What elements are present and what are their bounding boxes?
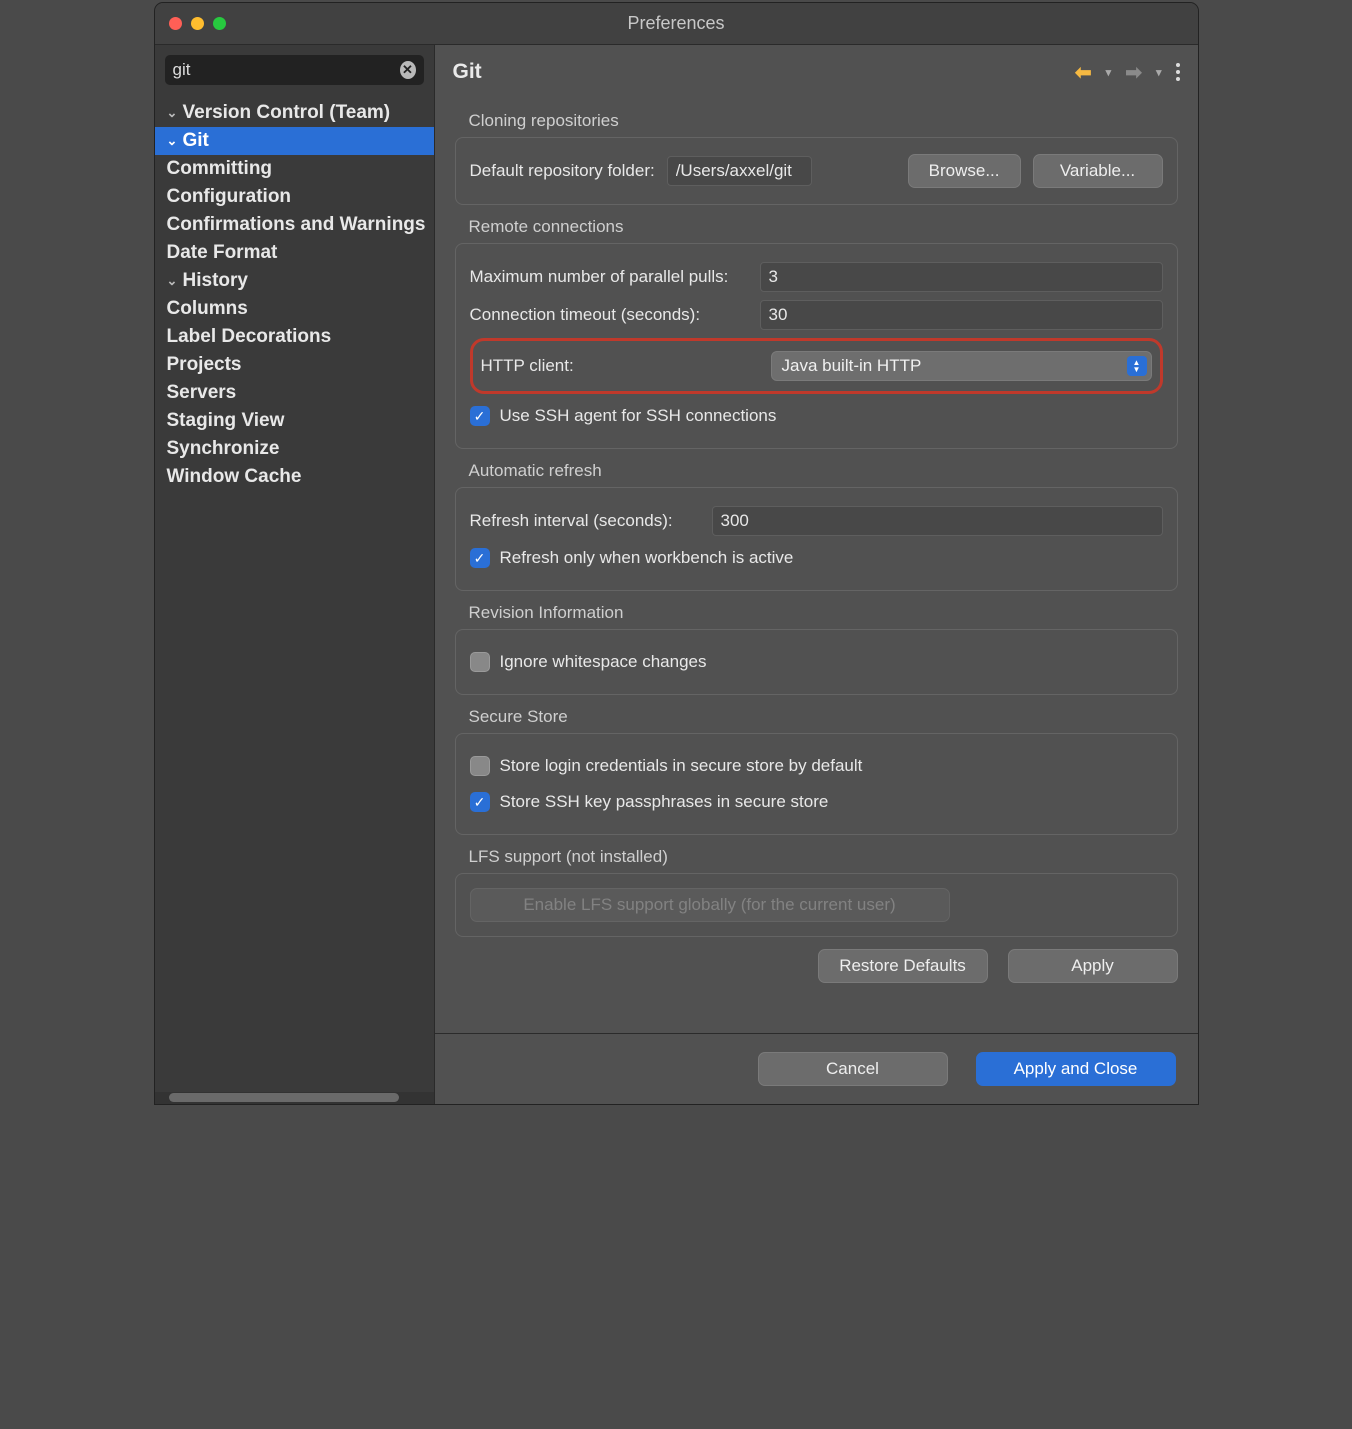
ssh-agent-label: Use SSH agent for SSH connections: [500, 406, 777, 426]
repo-folder-label: Default repository folder:: [470, 161, 655, 181]
scrollbar-thumb[interactable]: [169, 1093, 399, 1102]
main-panel: Git ⬅ ▾ ➡ ▾ Cloning repositories Default…: [435, 45, 1198, 1104]
revision-section-title: Revision Information: [469, 603, 1178, 623]
sidebar: ✕ ⌄Version Control (Team)⌄GitCommittingC…: [155, 45, 435, 1104]
refresh-active-label: Refresh only when workbench is active: [500, 548, 794, 568]
parallel-pulls-label: Maximum number of parallel pulls:: [470, 267, 748, 287]
nav-forward-menu-icon[interactable]: ▾: [1156, 66, 1162, 79]
tree-item-label: Confirmations and Warnings: [167, 214, 426, 236]
dialog-footer: Cancel Apply and Close: [435, 1033, 1198, 1104]
lfs-section: Enable LFS support globally (for the cur…: [455, 873, 1178, 937]
tree-item[interactable]: Projects: [155, 351, 434, 379]
tree-item-label: Label Decorations: [167, 326, 332, 348]
tree-item[interactable]: Columns: [155, 295, 434, 323]
remote-section-title: Remote connections: [469, 217, 1178, 237]
refresh-section-title: Automatic refresh: [469, 461, 1178, 481]
secure-section-title: Secure Store: [469, 707, 1178, 727]
clear-search-icon[interactable]: ✕: [400, 61, 416, 79]
tree-item-label: Servers: [167, 382, 237, 404]
chevron-down-icon[interactable]: ⌄: [167, 273, 183, 289]
titlebar: Preferences: [155, 3, 1198, 45]
tree-item[interactable]: ⌄Git: [155, 127, 434, 155]
store-login-checkbox[interactable]: [470, 756, 490, 776]
cloning-section-title: Cloning repositories: [469, 111, 1178, 131]
store-ssh-checkbox[interactable]: ✓: [470, 792, 490, 812]
http-client-value: Java built-in HTTP: [782, 356, 922, 376]
store-login-label: Store login credentials in secure store …: [500, 756, 863, 776]
timeout-label: Connection timeout (seconds):: [470, 305, 748, 325]
chevron-down-icon[interactable]: ⌄: [167, 105, 183, 121]
restore-defaults-button[interactable]: Restore Defaults: [818, 949, 988, 983]
nav-forward-icon[interactable]: ➡: [1125, 60, 1142, 85]
ignore-whitespace-checkbox[interactable]: [470, 652, 490, 672]
parallel-pulls-input[interactable]: [760, 262, 1163, 292]
cloning-section: Default repository folder: Browse... Var…: [455, 137, 1178, 205]
enable-lfs-button: Enable LFS support globally (for the cur…: [470, 888, 950, 922]
tree-item[interactable]: ⌄Version Control (Team): [155, 99, 434, 127]
highlighted-region: HTTP client: Java built-in HTTP ▲▼: [470, 338, 1163, 394]
refresh-active-checkbox[interactable]: ✓: [470, 548, 490, 568]
http-client-label: HTTP client:: [481, 356, 759, 376]
tree-item-label: Date Format: [167, 242, 278, 264]
ignore-whitespace-label: Ignore whitespace changes: [500, 652, 707, 672]
tree-item[interactable]: Confirmations and Warnings: [155, 211, 434, 239]
remote-section: Maximum number of parallel pulls: Connec…: [455, 243, 1178, 449]
tree-item-label: Committing: [167, 158, 273, 180]
search-input[interactable]: [173, 60, 394, 80]
refresh-interval-label: Refresh interval (seconds):: [470, 511, 700, 531]
http-client-select[interactable]: Java built-in HTTP ▲▼: [771, 351, 1152, 381]
tree-item-label: Configuration: [167, 186, 292, 208]
preferences-window: Preferences ✕ ⌄Version Control (Team)⌄Gi…: [154, 2, 1199, 1105]
tree-item-label: Columns: [167, 298, 248, 320]
tree-item-label: Version Control (Team): [183, 102, 391, 124]
cancel-button[interactable]: Cancel: [758, 1052, 948, 1086]
tree-item[interactable]: Date Format: [155, 239, 434, 267]
select-updown-icon: ▲▼: [1127, 356, 1147, 376]
variable-button[interactable]: Variable...: [1033, 154, 1163, 188]
tree-item[interactable]: Staging View: [155, 407, 434, 435]
refresh-interval-input[interactable]: [712, 506, 1163, 536]
ssh-agent-checkbox[interactable]: ✓: [470, 406, 490, 426]
timeout-input[interactable]: [760, 300, 1163, 330]
browse-button[interactable]: Browse...: [908, 154, 1021, 188]
apply-and-close-button[interactable]: Apply and Close: [976, 1052, 1176, 1086]
refresh-section: Refresh interval (seconds): ✓ Refresh on…: [455, 487, 1178, 591]
tree-item-label: History: [183, 270, 248, 292]
search-box: ✕: [165, 55, 424, 85]
tree-item[interactable]: Label Decorations: [155, 323, 434, 351]
page-title: Git: [453, 60, 482, 84]
revision-section: Ignore whitespace changes: [455, 629, 1178, 695]
secure-section: Store login credentials in secure store …: [455, 733, 1178, 835]
preference-tree: ⌄Version Control (Team)⌄GitCommittingCon…: [155, 95, 434, 1092]
tree-item[interactable]: Synchronize: [155, 435, 434, 463]
tree-item-label: Window Cache: [167, 466, 302, 488]
overflow-menu-icon[interactable]: [1176, 63, 1180, 81]
tree-item-label: Staging View: [167, 410, 285, 432]
apply-button[interactable]: Apply: [1008, 949, 1178, 983]
nav-back-icon[interactable]: ⬅: [1075, 60, 1092, 85]
tree-item-label: Projects: [167, 354, 242, 376]
chevron-down-icon[interactable]: ⌄: [167, 133, 183, 149]
nav-back-menu-icon[interactable]: ▾: [1106, 66, 1112, 79]
window-title: Preferences: [155, 13, 1198, 34]
horizontal-scrollbar[interactable]: [155, 1092, 434, 1104]
tree-item[interactable]: Window Cache: [155, 463, 434, 491]
tree-item[interactable]: Committing: [155, 155, 434, 183]
tree-item[interactable]: Servers: [155, 379, 434, 407]
repo-folder-input[interactable]: [667, 156, 812, 186]
store-ssh-label: Store SSH key passphrases in secure stor…: [500, 792, 829, 812]
tree-item[interactable]: ⌄History: [155, 267, 434, 295]
tree-item-label: Git: [183, 130, 209, 152]
tree-item[interactable]: Configuration: [155, 183, 434, 211]
lfs-section-title: LFS support (not installed): [469, 847, 1178, 867]
tree-item-label: Synchronize: [167, 438, 280, 460]
